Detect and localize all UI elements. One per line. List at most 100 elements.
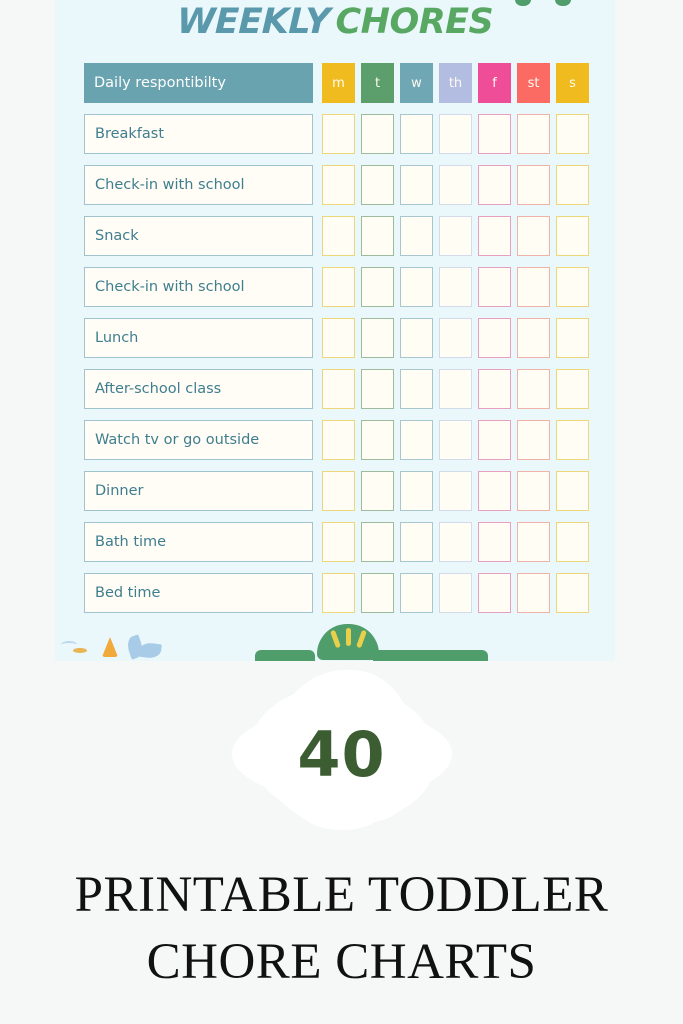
checkbox-cell[interactable]: [322, 165, 355, 205]
table-row: Snack: [84, 216, 590, 267]
checkbox-cell[interactable]: [322, 318, 355, 358]
checkbox-cell[interactable]: [400, 216, 433, 256]
title-word-chores: CHORES: [335, 2, 494, 42]
checkbox-cell[interactable]: [439, 216, 472, 256]
checkbox-cell[interactable]: [322, 267, 355, 307]
checkbox-cell[interactable]: [517, 267, 550, 307]
checkbox-cell[interactable]: [556, 216, 589, 256]
checkbox-cell[interactable]: [478, 165, 511, 205]
checkbox-group: [322, 165, 589, 205]
heading-line-1: PRINTABLE TODDLER: [74, 867, 609, 923]
checkbox-cell[interactable]: [439, 522, 472, 562]
checkbox-cell[interactable]: [556, 318, 589, 358]
checkbox-cell[interactable]: [322, 522, 355, 562]
task-label: Bath time: [84, 522, 313, 562]
checkbox-cell[interactable]: [478, 573, 511, 613]
column-header-day-th: th: [439, 63, 472, 103]
column-header-day-w: w: [400, 63, 433, 103]
checkbox-cell[interactable]: [361, 165, 394, 205]
checkbox-cell[interactable]: [322, 369, 355, 409]
checkbox-group: [322, 420, 589, 460]
checkbox-cell[interactable]: [439, 471, 472, 511]
table-row: After-school class: [84, 369, 590, 420]
task-label: Breakfast: [84, 114, 313, 154]
checkbox-cell[interactable]: [400, 318, 433, 358]
column-header-day-m: m: [322, 63, 355, 103]
checkbox-cell[interactable]: [556, 522, 589, 562]
checkbox-cell[interactable]: [517, 318, 550, 358]
checkbox-cell[interactable]: [439, 573, 472, 613]
checkbox-cell[interactable]: [478, 471, 511, 511]
checkbox-cell[interactable]: [517, 420, 550, 460]
checkbox-cell[interactable]: [517, 471, 550, 511]
checkbox-cell[interactable]: [556, 369, 589, 409]
checkbox-cell[interactable]: [400, 573, 433, 613]
checkbox-cell[interactable]: [361, 318, 394, 358]
checkbox-cell[interactable]: [478, 522, 511, 562]
checkbox-cell[interactable]: [400, 522, 433, 562]
checkbox-group: [322, 267, 589, 307]
column-header-day-st: st: [517, 63, 550, 103]
task-label: Dinner: [84, 471, 313, 511]
checkbox-cell[interactable]: [439, 369, 472, 409]
count-number: 40: [297, 718, 386, 791]
task-label: Bed time: [84, 573, 313, 613]
weekly-chore-chart-card: WEEKLY CHORES Daily respontibilty m t w th f st…: [55, 0, 615, 661]
checkbox-cell[interactable]: [361, 267, 394, 307]
checkbox-cell[interactable]: [322, 420, 355, 460]
checkbox-cell[interactable]: [556, 573, 589, 613]
table-row: Bath time: [84, 522, 590, 573]
table-row: Watch tv or go outside: [84, 420, 590, 471]
checkbox-cell[interactable]: [361, 522, 394, 562]
checkbox-group: [322, 573, 589, 613]
checkbox-cell[interactable]: [478, 267, 511, 307]
checkbox-cell[interactable]: [556, 267, 589, 307]
checkbox-cell[interactable]: [478, 369, 511, 409]
checkbox-cell[interactable]: [361, 573, 394, 613]
checkbox-cell[interactable]: [556, 471, 589, 511]
checkbox-cell[interactable]: [400, 114, 433, 154]
checkbox-cell[interactable]: [517, 165, 550, 205]
table-row: Check-in with school: [84, 165, 590, 216]
task-label: Check-in with school: [84, 267, 313, 307]
checkbox-cell[interactable]: [361, 420, 394, 460]
checkbox-cell[interactable]: [517, 216, 550, 256]
checkbox-cell[interactable]: [439, 114, 472, 154]
kite-icon: [102, 637, 118, 657]
checkbox-cell[interactable]: [322, 114, 355, 154]
checkbox-cell[interactable]: [322, 216, 355, 256]
checkbox-cell[interactable]: [361, 369, 394, 409]
checkbox-cell[interactable]: [439, 267, 472, 307]
checkbox-group: [322, 318, 589, 358]
checkbox-cell[interactable]: [439, 318, 472, 358]
checkbox-cell[interactable]: [478, 114, 511, 154]
checkbox-cell[interactable]: [400, 165, 433, 205]
grass-patch: [255, 650, 315, 661]
checkbox-cell[interactable]: [400, 471, 433, 511]
checkbox-cell[interactable]: [478, 318, 511, 358]
checkbox-cell[interactable]: [517, 573, 550, 613]
checkbox-cell[interactable]: [517, 114, 550, 154]
checkbox-cell[interactable]: [556, 420, 589, 460]
checkbox-cell[interactable]: [556, 114, 589, 154]
checkbox-cell[interactable]: [400, 420, 433, 460]
checkbox-cell[interactable]: [439, 420, 472, 460]
checkbox-cell[interactable]: [361, 471, 394, 511]
checkbox-cell[interactable]: [478, 420, 511, 460]
task-label: Watch tv or go outside: [84, 420, 313, 460]
checkbox-cell[interactable]: [478, 216, 511, 256]
checkbox-cell[interactable]: [439, 165, 472, 205]
table-row: Breakfast: [84, 114, 590, 165]
checkbox-cell[interactable]: [361, 114, 394, 154]
checkbox-cell[interactable]: [517, 522, 550, 562]
checkbox-cell[interactable]: [400, 267, 433, 307]
bottom-heading: PRINTABLE TODDLER CHORE CHARTS: [0, 862, 683, 996]
checkbox-cell[interactable]: [322, 471, 355, 511]
checkbox-cell[interactable]: [322, 573, 355, 613]
checkbox-cell[interactable]: [556, 165, 589, 205]
grass-patch: [373, 650, 488, 661]
checkbox-cell[interactable]: [517, 369, 550, 409]
checkbox-cell[interactable]: [400, 369, 433, 409]
checkbox-cell[interactable]: [361, 216, 394, 256]
heading-line-2: CHORE CHARTS: [146, 934, 537, 990]
